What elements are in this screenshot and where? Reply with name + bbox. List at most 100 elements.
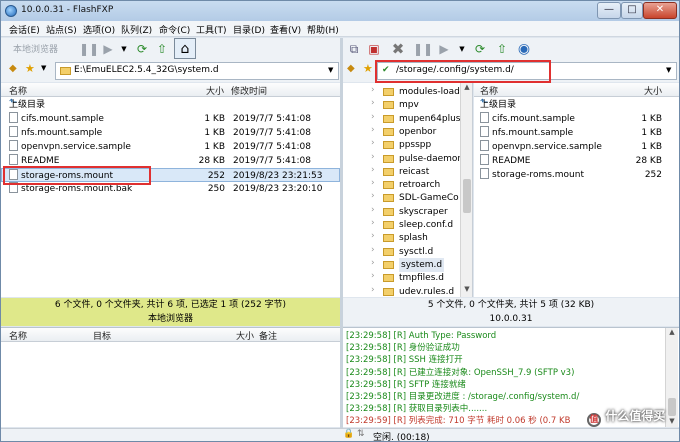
scroll-down-icon[interactable]: ▼ <box>461 285 472 293</box>
queue-column-name[interactable]: 名称 <box>9 329 27 342</box>
table-row[interactable]: openvpn.service.sample 1 KB <box>474 140 679 154</box>
home-icon[interactable]: ⌂ <box>174 38 196 59</box>
chevron-down-icon[interactable]: ▼ <box>115 40 133 58</box>
chevron-down-icon[interactable]: ▼ <box>41 64 46 72</box>
tree-item[interactable]: › retroarch <box>343 178 459 192</box>
tree-expander-icon[interactable]: › <box>371 269 375 283</box>
log-line: [23:29:58] [R] SSH 连接打开 <box>346 355 463 366</box>
menu-sites[interactable]: 站点(S) <box>46 23 77 36</box>
column-size[interactable]: 大小 <box>206 84 224 97</box>
scroll-thumb[interactable] <box>463 179 471 213</box>
menu-options[interactable]: 选项(O) <box>83 23 115 36</box>
folder-icon <box>383 181 394 190</box>
parent-dir-row[interactable]: ⬑ 上级目录 <box>474 98 679 112</box>
tree-expander-icon[interactable]: › <box>371 176 375 190</box>
chevron-down-icon[interactable]: ▼ <box>328 66 333 74</box>
chevron-down-icon[interactable]: ▼ <box>666 66 671 74</box>
tree-item[interactable]: › skyscraper <box>343 205 459 219</box>
disconnect-icon[interactable]: ▣ <box>365 40 383 58</box>
table-row[interactable]: nfs.mount.sample 1 KB <box>474 126 679 140</box>
tree-scrollbar[interactable]: ▲ ▼ <box>460 83 472 297</box>
menu-tools[interactable]: 工具(T) <box>196 23 227 36</box>
tree-item[interactable]: › udev.rules.d <box>343 285 459 298</box>
column-name[interactable]: 名称 <box>9 84 27 97</box>
tree-item[interactable]: › ppsspp <box>343 138 459 152</box>
refresh-icon[interactable]: ⟳ <box>471 40 489 58</box>
chevron-down-icon[interactable]: ▼ <box>453 40 471 58</box>
tree-item[interactable]: › tmpfiles.d <box>343 271 459 285</box>
tree-expander-icon[interactable]: › <box>371 216 375 230</box>
tree-expander-icon[interactable]: › <box>371 283 375 297</box>
table-row[interactable]: storage-roms.mount 252 <box>474 168 679 182</box>
tree-item[interactable]: › reicast <box>343 165 459 179</box>
tree-item[interactable]: › system.d <box>343 256 459 272</box>
favorites-star-icon[interactable]: ★ <box>363 62 373 75</box>
tree-item[interactable]: › sysctl.d <box>343 245 459 259</box>
tree-item[interactable]: › openbor <box>343 125 459 139</box>
tree-item[interactable]: › mpv <box>343 98 459 112</box>
column-modified[interactable]: 修改时间 <box>231 84 267 97</box>
right-file-list: 名称 大小 ⬑ 上级目录 cifs.mount.sample 1 KB nfs.m… <box>474 83 679 297</box>
menu-view[interactable]: 查看(V) <box>270 23 301 36</box>
tree-expander-icon[interactable]: › <box>371 243 375 257</box>
tree-item[interactable]: › SDL-GameCo <box>343 191 459 205</box>
table-row[interactable]: nfs.mount.sample 1 KB 2019/7/7 5:41:08 <box>1 126 340 140</box>
up-folder-icon[interactable]: ⇧ <box>153 40 171 58</box>
tree-expander-icon[interactable]: › <box>371 203 375 217</box>
file-name: nfs.mount.sample <box>492 128 574 138</box>
tree-expander-icon[interactable]: › <box>371 83 375 97</box>
tree-expander-icon[interactable]: › <box>371 110 375 124</box>
tree-expander-icon[interactable]: › <box>371 150 375 164</box>
tree-item[interactable]: › mupen64plus <box>343 110 460 126</box>
connect-icon[interactable]: ⧉ <box>345 40 363 58</box>
tree-item[interactable]: › modules-load <box>343 83 460 99</box>
tree-item[interactable]: › sleep.conf.d <box>343 218 459 232</box>
scroll-up-icon[interactable]: ▲ <box>666 328 678 336</box>
menu-directory[interactable]: 目录(D) <box>233 23 265 36</box>
tree-expander-icon[interactable]: › <box>371 163 375 177</box>
file-name: cifs.mount.sample <box>492 114 575 124</box>
tree-expander-icon[interactable]: › <box>371 256 375 270</box>
tree-expander-icon[interactable]: › <box>371 229 375 243</box>
local-browser-button[interactable]: 本地浏览器 <box>13 42 58 55</box>
menu-queue[interactable]: 队列(Z) <box>121 23 152 36</box>
column-size[interactable]: 大小 <box>644 84 662 97</box>
refresh-icon[interactable]: ⟳ <box>133 40 151 58</box>
log-line: [23:29:59] [R] 列表完成: 710 字节 耗时 0.06 秒 (0… <box>346 416 571 426</box>
menu-session[interactable]: 会话(E) <box>9 23 40 36</box>
minimize-button[interactable]: — <box>597 2 621 19</box>
file-size: 1 KB <box>641 114 662 124</box>
pause-icon[interactable]: ❚❚ <box>413 40 433 58</box>
up-folder-icon[interactable]: ⇧ <box>493 40 511 58</box>
tree-expander-icon[interactable]: › <box>371 96 375 110</box>
queue-column-note[interactable]: 备注 <box>259 329 277 342</box>
tree-item[interactable]: › pulse-daemon <box>343 150 463 166</box>
column-name[interactable]: 名称 <box>480 84 498 97</box>
play-icon[interactable]: ▶ <box>435 40 453 58</box>
menu-help[interactable]: 帮助(H) <box>307 23 339 36</box>
table-row[interactable]: openvpn.service.sample 1 KB 2019/7/7 5:4… <box>1 140 340 154</box>
tree-item[interactable]: › splash <box>343 231 459 245</box>
tree-expander-icon[interactable]: › <box>371 189 375 203</box>
queue-column-target[interactable]: 目标 <box>93 329 111 342</box>
favorites-star-icon[interactable]: ★ <box>25 62 35 75</box>
bookmark-icon[interactable]: ◆ <box>347 63 355 74</box>
menu-commands[interactable]: 命令(C) <box>159 23 190 36</box>
table-row[interactable]: cifs.mount.sample 1 KB 2019/7/7 5:41:08 <box>1 112 340 126</box>
table-row[interactable]: README 28 KB <box>474 154 679 168</box>
queue-column-size[interactable]: 大小 <box>236 329 254 342</box>
table-row[interactable]: cifs.mount.sample 1 KB <box>474 112 679 126</box>
parent-dir-row[interactable]: ⬑ 上级目录 <box>1 98 340 112</box>
tree-expander-icon[interactable]: › <box>371 123 375 137</box>
scroll-up-icon[interactable]: ▲ <box>461 83 472 91</box>
maximize-button[interactable]: □ <box>621 2 643 19</box>
pause-icon[interactable]: ❚❚ <box>79 40 99 58</box>
abort-icon[interactable]: ✖ <box>389 40 407 58</box>
tree-item-label: modules-load <box>399 87 460 97</box>
left-list-header: 名称 大小 修改时间 <box>1 83 340 97</box>
left-path-field[interactable]: E:\EmuELEC2.5.4_32G\system.d ▼ <box>55 62 339 80</box>
tree-expander-icon[interactable]: › <box>371 136 375 150</box>
globe-icon[interactable]: ◉ <box>515 40 533 58</box>
bookmark-icon[interactable]: ◆ <box>9 63 17 74</box>
close-button[interactable]: ✕ <box>643 2 677 19</box>
